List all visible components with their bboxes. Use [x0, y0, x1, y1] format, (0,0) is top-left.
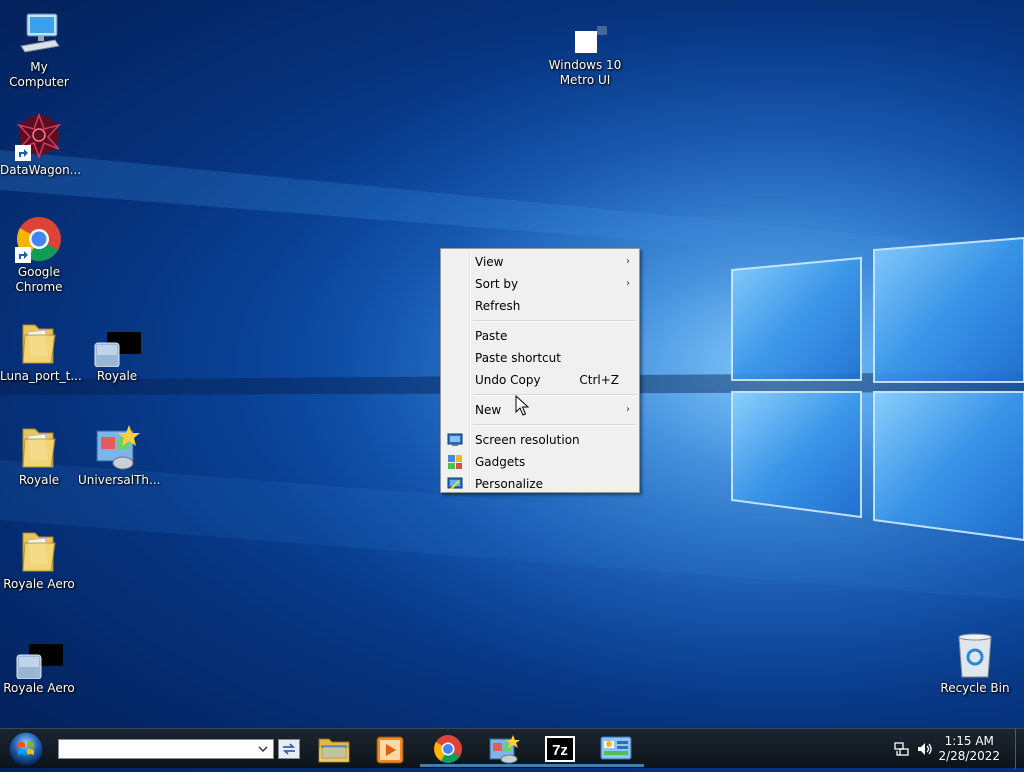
menu-item-label: Personalize — [475, 477, 544, 491]
desktop-icon-royale-aero-folder[interactable]: Royale Aero — [0, 527, 78, 592]
chrome-icon — [434, 735, 462, 763]
chevron-down-icon[interactable] — [256, 741, 270, 757]
media-player-icon — [376, 736, 404, 764]
menu-item-view[interactable]: View › — [441, 251, 639, 273]
desktop-icon-label: DataWagon... — [0, 163, 82, 177]
desktop-icon-google-chrome[interactable]: Google Chrome — [0, 215, 78, 295]
desktop-icon-luna-port[interactable]: Luna_port_t... — [0, 319, 82, 384]
desktop-icon-my-computer[interactable]: My Computer — [0, 10, 78, 90]
desktop-icon-datawagon[interactable]: DataWagon... — [0, 112, 82, 178]
volume-icon[interactable] — [916, 741, 934, 757]
submenu-arrow-icon: › — [626, 278, 630, 289]
computer-icon — [15, 10, 63, 58]
menu-item-label: Paste — [475, 329, 508, 343]
desktop-icon-windows10-metro-ui[interactable]: Windows 10 Metro UI — [546, 22, 624, 88]
desktop-icon-universaltheme[interactable]: UniversalTh... — [78, 423, 161, 488]
desktop-icon-label: My Computer — [9, 60, 69, 89]
running-indicator — [532, 764, 588, 767]
taskbar-universal-theme-button[interactable] — [474, 731, 534, 767]
folder-icon — [15, 527, 63, 575]
taskbar-control-panel-button[interactable] — [586, 731, 646, 767]
menu-item-label: New — [475, 403, 502, 417]
menu-item-paste[interactable]: Paste — [441, 325, 639, 347]
metro-ui-icon — [561, 22, 609, 56]
go-arrows-icon — [278, 739, 300, 759]
desktop-icon-royale-folder[interactable]: Royale — [0, 423, 78, 488]
menu-item-refresh[interactable]: Refresh — [441, 295, 639, 317]
royale-aero-theme-icon — [15, 631, 65, 680]
taskbar-media-player-button[interactable] — [360, 731, 420, 767]
submenu-arrow-icon: › — [626, 404, 630, 415]
menu-item-label: Gadgets — [475, 455, 526, 469]
menu-item-screen-resolution[interactable]: Screen resolution — [441, 429, 639, 451]
mouse-cursor-icon — [515, 395, 529, 416]
clock-time: 1:15 AM — [944, 734, 994, 748]
7zip-logo-text: 7z — [552, 742, 568, 759]
control-panel-icon — [600, 736, 632, 760]
notification-area: 1:15 AM 2/28/2022 — [894, 729, 1024, 769]
menu-item-undo-copy[interactable]: Undo Copy Ctrl+Z — [441, 369, 639, 391]
folder-icon — [15, 423, 63, 471]
running-indicator — [588, 764, 644, 767]
clock-date: 2/28/2022 — [938, 749, 1000, 763]
menu-item-label: Screen resolution — [475, 433, 580, 447]
menu-separator — [473, 320, 637, 322]
menu-item-new[interactable]: New › — [441, 399, 639, 421]
gadgets-icon — [448, 455, 462, 469]
chrome-icon — [15, 215, 63, 263]
file-explorer-icon — [318, 738, 350, 763]
menu-item-label: Paste shortcut — [475, 351, 561, 365]
menu-item-personalize[interactable]: Personalize — [441, 473, 639, 495]
screen-resolution-icon — [447, 433, 463, 446]
menu-item-label: Sort by — [475, 277, 519, 291]
submenu-arrow-icon: › — [626, 256, 630, 267]
desktop-icon-royale-shortcut[interactable]: Royale — [78, 319, 156, 384]
desktop-icon-royale-aero-shortcut[interactable]: Royale Aero — [0, 631, 78, 696]
address-go-button[interactable] — [278, 739, 300, 759]
recycle-bin-icon — [951, 631, 999, 679]
datawagon-icon — [15, 112, 63, 161]
desktop-icon-label: Luna_port_t... — [0, 369, 82, 383]
desktop-icon-label: UniversalTh... — [78, 473, 161, 487]
start-button[interactable] — [6, 730, 46, 768]
menu-item-shortcut-key: Ctrl+Z — [579, 373, 619, 387]
running-indicator — [420, 764, 476, 767]
desktop-icon-label: Recycle Bin — [940, 681, 1010, 695]
menu-item-label: Undo Copy — [475, 373, 541, 387]
menu-separator — [473, 424, 637, 426]
show-desktop-button[interactable] — [1015, 729, 1024, 769]
network-icon[interactable] — [894, 741, 910, 757]
desktop-icon-label: Royale Aero — [3, 681, 75, 695]
shortcut-arrow-icon — [15, 145, 31, 161]
taskbar-7zip-button[interactable]: 7z — [530, 731, 590, 767]
desktop-icon-label: Royale — [18, 473, 60, 487]
windows-orb-icon — [8, 731, 44, 767]
desktop-icon-label: Royale Aero — [3, 577, 75, 591]
taskbar-file-explorer-button[interactable] — [304, 731, 364, 767]
taskbar: 7z 1:15 AM 2/28/2022 — [0, 728, 1024, 769]
personalize-icon — [447, 477, 463, 490]
menu-item-paste-shortcut[interactable]: Paste shortcut — [441, 347, 639, 369]
taskbar-chrome-button[interactable] — [418, 731, 478, 767]
7zip-icon: 7z — [545, 736, 575, 762]
desktop-context-menu: View › Sort by › Refresh Paste Paste sho… — [440, 248, 640, 493]
taskbar-clock[interactable]: 1:15 AM 2/28/2022 — [938, 734, 1000, 764]
universal-theme-patcher-icon — [93, 423, 141, 471]
running-indicator — [476, 764, 532, 767]
desktop-icon-label: Windows 10 Metro UI — [548, 58, 622, 87]
folder-icon — [15, 319, 63, 367]
menu-item-gadgets[interactable]: Gadgets — [441, 451, 639, 473]
address-toolbar-input[interactable] — [58, 739, 274, 759]
menu-separator — [473, 394, 637, 396]
royale-theme-icon — [93, 319, 143, 368]
desktop-icon-label: Google Chrome — [15, 265, 63, 294]
desktop-icon-label: Royale — [96, 369, 138, 383]
shortcut-arrow-icon — [15, 247, 31, 263]
menu-item-label: View — [475, 255, 504, 269]
desktop-icon-recycle-bin[interactable]: Recycle Bin — [936, 631, 1014, 696]
universal-theme-patcher-icon — [489, 735, 520, 764]
menu-item-label: Refresh — [475, 299, 521, 313]
menu-item-sort-by[interactable]: Sort by › — [441, 273, 639, 295]
